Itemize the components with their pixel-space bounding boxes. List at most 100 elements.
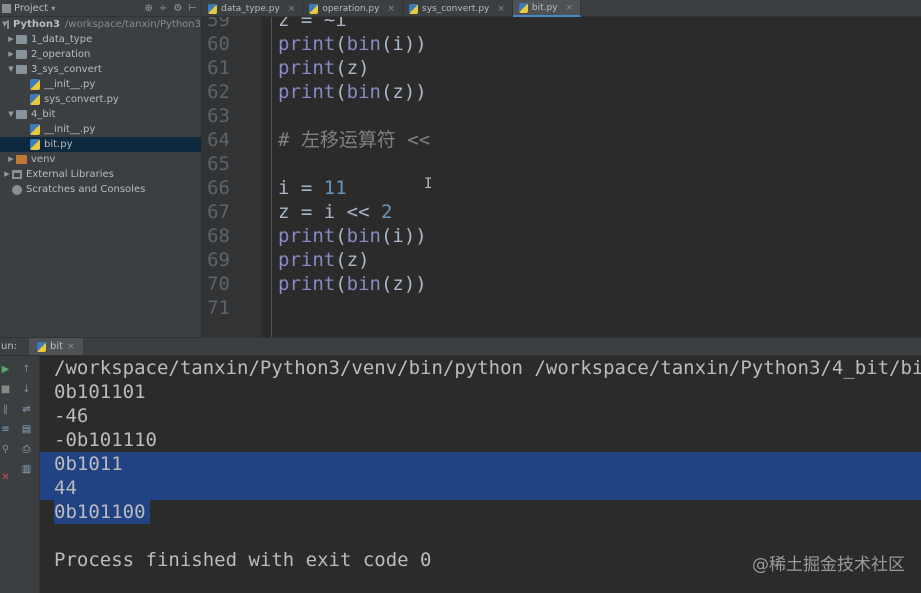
editor-tab-label: operation.py bbox=[322, 3, 380, 14]
code-token: print bbox=[278, 249, 336, 271]
project-panel: Project ▾ ⊕ ÷ ⚙ ⊢ ▼ Python3/workspace/tan… bbox=[0, 0, 202, 337]
scroll-to-end-icon[interactable]: ▤ bbox=[21, 424, 32, 435]
tree-item-label: 3_sys_convert bbox=[31, 64, 102, 75]
line-number: 62 bbox=[207, 81, 230, 103]
close-tab-icon[interactable]: × bbox=[387, 4, 395, 14]
editor-tab-label: sys_convert.py bbox=[422, 3, 490, 14]
line-number: 69 bbox=[207, 249, 230, 271]
folder-icon bbox=[16, 65, 27, 74]
project-panel-tools: ⊕ ÷ ⚙ ⊢ bbox=[145, 3, 201, 14]
python-file-icon bbox=[518, 2, 528, 13]
hide-panel-icon[interactable]: ⊢ bbox=[188, 3, 197, 14]
code-token: ( bbox=[335, 81, 347, 103]
soft-wrap-icon[interactable]: ⇌ bbox=[21, 404, 32, 415]
code-token: ( bbox=[335, 225, 347, 247]
editor-tab[interactable]: data_type.py × bbox=[202, 0, 304, 17]
watermark: @稀土掘金技术社区 bbox=[752, 555, 905, 575]
code-line: print(bin(i)) bbox=[278, 224, 427, 248]
close-tab-icon[interactable]: × bbox=[566, 3, 574, 13]
editor-tab[interactable]: bit.py × bbox=[512, 0, 582, 17]
dump-threads-icon[interactable]: ≡ bbox=[0, 424, 11, 435]
project-panel-header: Project ▾ ⊕ ÷ ⚙ ⊢ bbox=[0, 0, 201, 17]
code-editor[interactable]: 59 60 61 62 63 64 65 66 67 68 69 70 71 z = ~i print(b… bbox=[202, 17, 921, 337]
tree-item-path: /workspace/tanxin/Python3 bbox=[64, 19, 201, 30]
expanded-arrow-icon[interactable]: ▼ bbox=[6, 62, 16, 77]
arrow-down-icon[interactable]: ↓ bbox=[21, 384, 32, 395]
expanded-arrow-icon[interactable]: ▼ bbox=[6, 107, 16, 122]
python-file-icon bbox=[30, 124, 40, 135]
code-token: # 左移运算符 << bbox=[278, 129, 431, 151]
pin-icon[interactable]: ⚲ bbox=[0, 444, 11, 455]
console-output-line: Process finished with exit code 0 bbox=[54, 549, 432, 571]
editor-tab-label: bit.py bbox=[531, 2, 558, 13]
tree-item[interactable]: ▶ External Libraries bbox=[0, 167, 201, 182]
editor-tab[interactable]: operation.py × bbox=[303, 0, 403, 17]
run-console-output[interactable]: /workspace/tanxin/Python3/venv/bin/pytho… bbox=[40, 356, 921, 593]
line-number: 64 bbox=[207, 129, 230, 151]
tree-item[interactable]: ▶ 1_data_type bbox=[0, 32, 201, 47]
close-icon[interactable]: × bbox=[67, 342, 75, 352]
code-token: (i)) bbox=[380, 33, 427, 55]
run-tab-bit[interactable]: bit × bbox=[29, 338, 83, 355]
code-token: z = i << bbox=[278, 201, 381, 223]
line-number: 60 bbox=[207, 33, 230, 55]
print-icon[interactable]: ⎙ bbox=[21, 444, 32, 455]
close-tab-icon[interactable]: × bbox=[497, 4, 505, 14]
close-tab-icon[interactable]: × bbox=[288, 4, 296, 14]
console-output-line: 0b101101 bbox=[54, 381, 146, 403]
close-run-icon[interactable]: ✕ bbox=[0, 472, 11, 483]
collapsed-arrow-icon[interactable]: ▶ bbox=[2, 167, 12, 182]
gear-icon[interactable]: ⚙ bbox=[173, 3, 182, 14]
project-icon bbox=[2, 3, 11, 13]
tree-item-label: __init__.py bbox=[44, 79, 96, 90]
stop-icon[interactable]: ■ bbox=[0, 384, 11, 395]
line-number: 65 bbox=[207, 153, 230, 175]
code-token: z = ~i bbox=[278, 17, 347, 31]
line-number: 71 bbox=[207, 297, 230, 319]
code-token: (z) bbox=[335, 249, 370, 271]
pause-icon[interactable]: ‖ bbox=[0, 404, 11, 415]
arrow-up-icon[interactable]: ↑ bbox=[21, 364, 32, 375]
code-line: print(z) bbox=[278, 56, 370, 80]
run-panel-label: un: bbox=[1, 341, 18, 352]
line-number: 59 bbox=[207, 17, 230, 31]
tree-item[interactable]: __init__.py bbox=[0, 122, 201, 137]
tree-item[interactable]: ▶ venv bbox=[0, 152, 201, 167]
tree-item[interactable]: bit.py bbox=[0, 137, 201, 152]
code-line: print(bin(i)) bbox=[278, 32, 427, 56]
tree-item[interactable]: ▼ 3_sys_convert bbox=[0, 62, 201, 77]
trash-icon[interactable]: ▥ bbox=[21, 464, 32, 475]
tree-item[interactable]: Scratches and Consoles bbox=[0, 182, 201, 197]
locate-icon[interactable]: ⊕ bbox=[145, 3, 153, 14]
folder-icon bbox=[16, 35, 27, 44]
console-output-line: -46 bbox=[54, 405, 89, 427]
code-token: bin bbox=[346, 33, 381, 55]
collapse-icon[interactable]: ÷ bbox=[159, 3, 167, 14]
project-panel-title[interactable]: Project bbox=[14, 3, 48, 14]
chevron-down-icon[interactable]: ▾ bbox=[51, 4, 55, 13]
line-number: 61 bbox=[207, 57, 230, 79]
collapsed-arrow-icon[interactable]: ▶ bbox=[6, 152, 16, 167]
project-tree: ▼ Python3/workspace/tanxin/Python3 ▶ 1_data… bbox=[0, 17, 201, 197]
venv-folder-icon bbox=[16, 155, 27, 164]
collapsed-arrow-icon[interactable]: ▶ bbox=[6, 47, 16, 62]
code-token: (z)) bbox=[380, 81, 427, 103]
python-file-icon bbox=[30, 94, 40, 105]
rerun-icon[interactable]: ▶ bbox=[0, 364, 11, 375]
line-number: 70 bbox=[207, 273, 230, 295]
code-token: print bbox=[278, 81, 336, 103]
folder-icon bbox=[16, 110, 27, 119]
editor-tab[interactable]: sys_convert.py × bbox=[403, 0, 513, 17]
tree-item[interactable]: ▼ 4_bit bbox=[0, 107, 201, 122]
tree-item[interactable]: ▶ 2_operation bbox=[0, 47, 201, 62]
code-line: z = ~i bbox=[278, 17, 347, 32]
collapsed-arrow-icon[interactable]: ▶ bbox=[6, 32, 16, 47]
tree-item[interactable]: __init__.py bbox=[0, 77, 201, 92]
gutter-divider bbox=[271, 17, 272, 337]
tree-item[interactable]: sys_convert.py bbox=[0, 92, 201, 107]
text-selection-highlight bbox=[40, 452, 921, 500]
code-token: print bbox=[278, 273, 336, 295]
tree-item[interactable]: ▼ Python3/workspace/tanxin/Python3 bbox=[0, 17, 201, 32]
code-token: (z)) bbox=[380, 273, 427, 295]
code-token: bin bbox=[346, 273, 381, 295]
